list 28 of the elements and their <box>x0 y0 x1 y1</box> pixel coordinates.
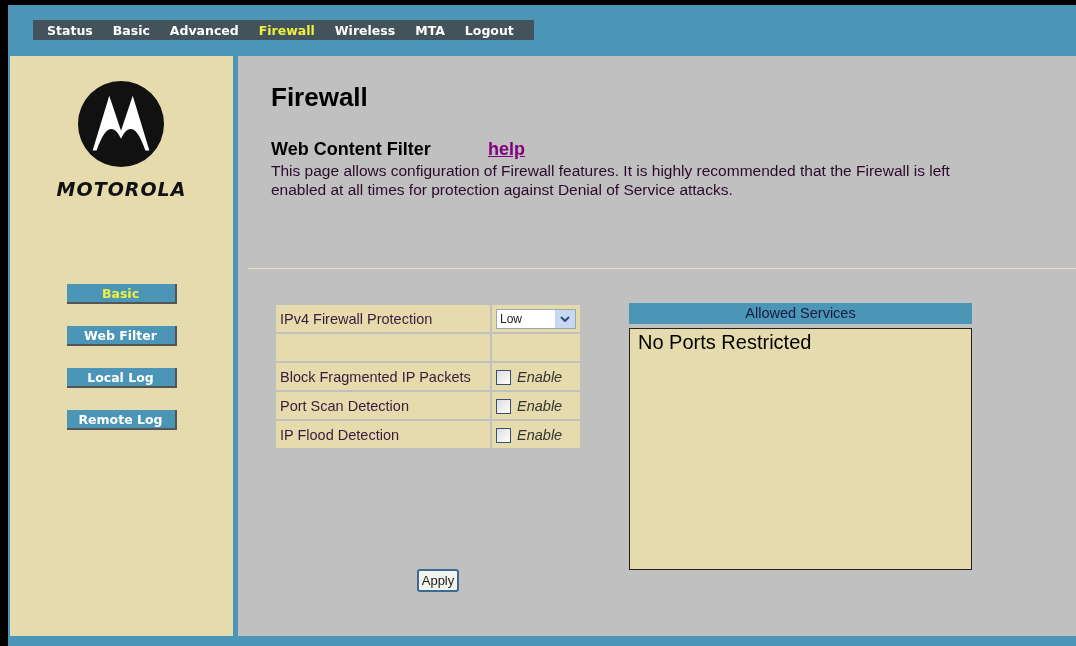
nav-tab[interactable]: Advanced <box>169 22 239 38</box>
nav-tab[interactable]: Basic <box>112 22 150 38</box>
setting-label: Port Scan Detection <box>276 392 490 419</box>
checkbox-label: Enable <box>517 427 563 444</box>
services-text: No Ports Restricted <box>638 331 812 353</box>
logo-icon <box>77 80 166 168</box>
enable-checkbox[interactable] <box>496 398 511 414</box>
checkbox-label: Enable <box>517 369 563 386</box>
logo-wordmark: MOTOROLA <box>56 178 187 200</box>
nav-tab[interactable]: Firewall <box>258 22 315 38</box>
protection-dropdown[interactable]: Low <box>496 308 576 329</box>
checkbox-label: Enable <box>517 398 563 415</box>
setting-label: IP Flood Detection <box>276 421 490 448</box>
apply-button[interactable]: Apply <box>416 569 460 592</box>
chevron-down-icon <box>560 315 570 322</box>
description-text: This page allows configuration of Firewall features. It is highly recommended that the Firewall is left enabled at all times for protection against Denial of Service attacks. <box>271 161 951 199</box>
enable-checkbox[interactable] <box>496 369 511 385</box>
panel-header: Allowed Services <box>629 303 972 324</box>
page-title: Firewall <box>271 82 369 113</box>
setting-label: IPv4 Firewall Protection <box>276 305 490 332</box>
help-link[interactable]: help <box>488 139 525 160</box>
nav-tab[interactable]: Status <box>47 22 93 38</box>
setting-label: Block Fragmented IP Packets <box>276 363 490 390</box>
nav-tab[interactable]: MTA <box>415 22 445 38</box>
nav-tab[interactable]: Logout <box>464 22 514 38</box>
nav-tab[interactable]: Wireless <box>334 22 396 38</box>
section-subtitle: Web Content Filter <box>271 139 432 160</box>
enable-checkbox[interactable] <box>496 427 511 443</box>
